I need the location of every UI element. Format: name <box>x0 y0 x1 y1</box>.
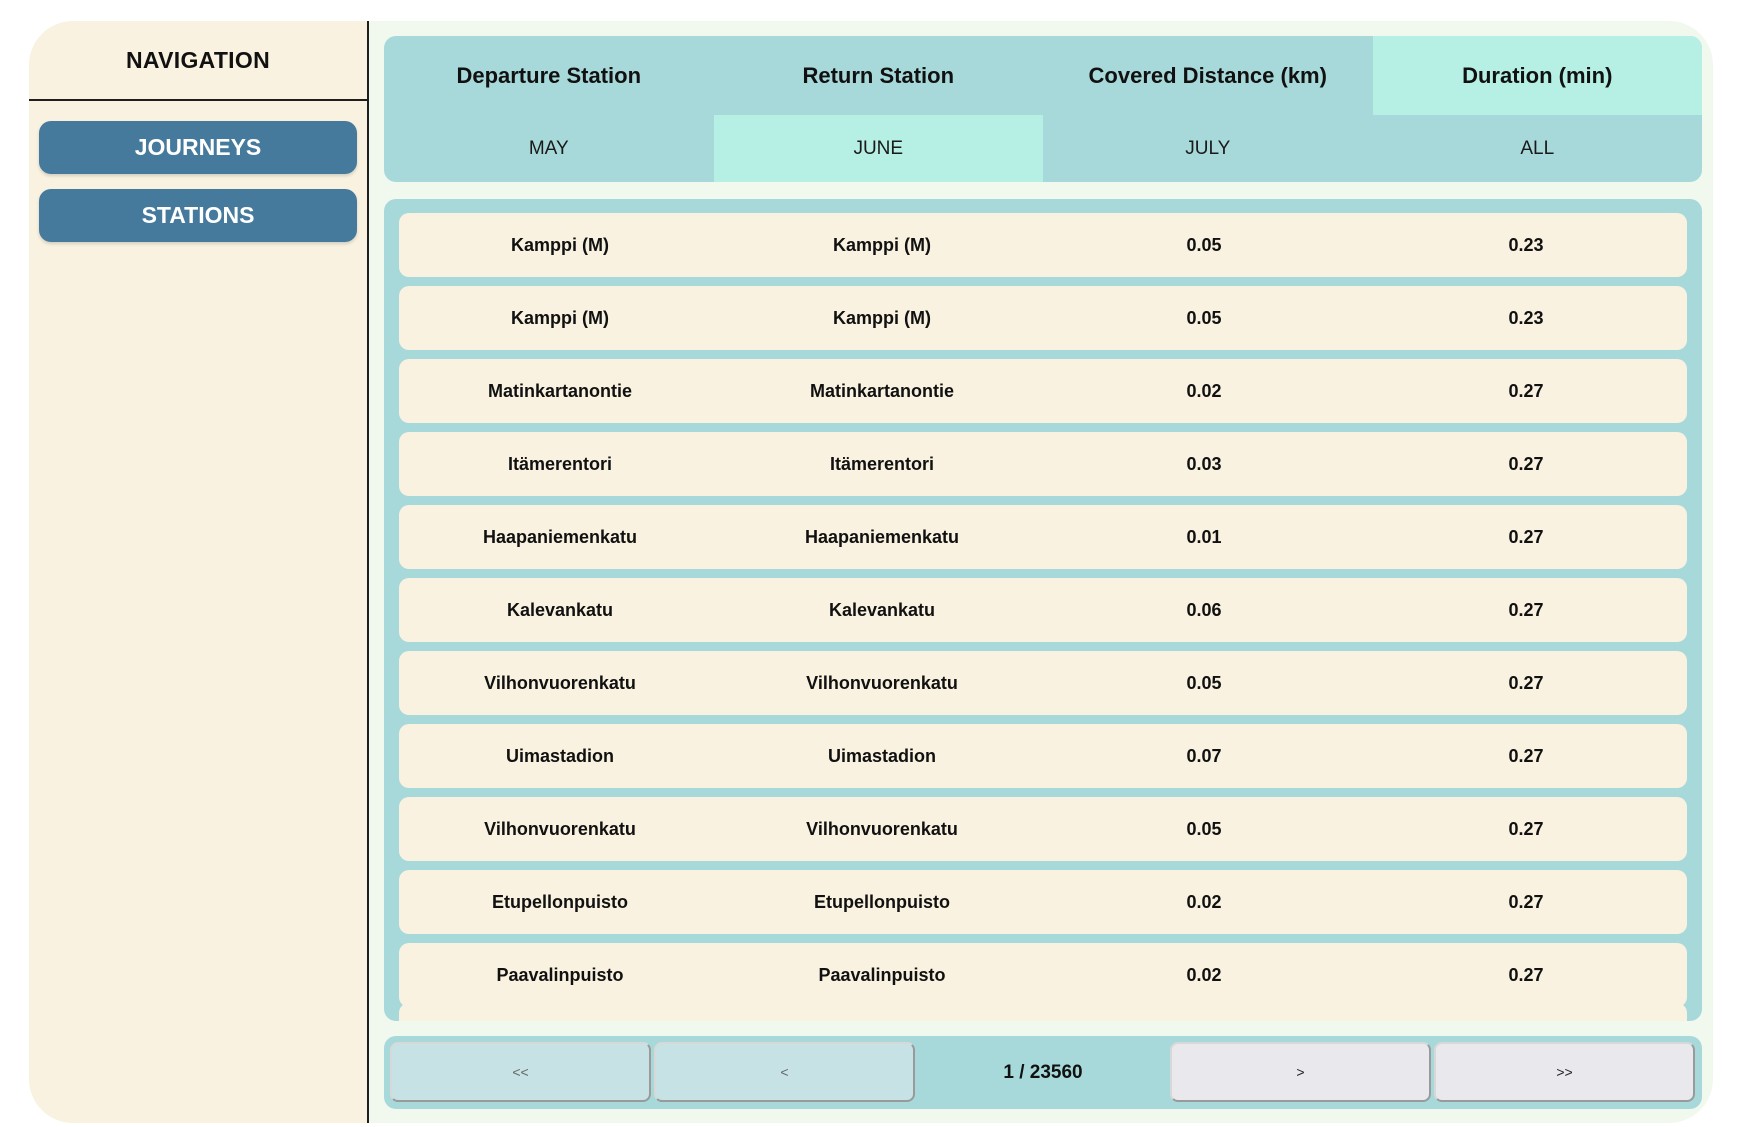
departure-station-cell: Matinkartanontie <box>487 380 633 401</box>
return-station-cell: Haapaniemenkatu <box>804 526 960 547</box>
duration-cell: 0.27 <box>1508 599 1544 620</box>
table-row[interactable]: Kamppi (M) Kamppi (M) 0.05 0.23 <box>399 213 1687 277</box>
duration-cell: 0.27 <box>1508 964 1544 985</box>
departure-station-cell: Paavalinpuisto <box>496 964 624 985</box>
distance-cell: 0.03 <box>1186 453 1222 474</box>
return-station-cell: Vilhonvuorenkatu <box>806 818 958 839</box>
return-station-cell: Paavalinpuisto <box>818 964 946 985</box>
sidebar-title: NAVIGATION <box>29 21 367 101</box>
return-station-cell: Uimastadion <box>827 745 937 766</box>
return-station-cell: Matinkartanontie <box>809 380 955 401</box>
table-row[interactable]: Kamppi (M) Kamppi (M) 0.05 0.23 <box>399 286 1687 350</box>
table-row[interactable]: Etupellonpuisto Etupellonpuisto 0.02 0.27 <box>399 870 1687 934</box>
duration-cell: 0.23 <box>1508 234 1544 255</box>
pagination-bar: << < 1 / 23560 > >> <box>384 1036 1702 1109</box>
table-row[interactable]: Vilhonvuorenkatu Vilhonvuorenkatu 0.05 0.27 <box>399 651 1687 715</box>
table-row[interactable]: Kalevankatu Kalevankatu 0.06 0.27 <box>399 578 1687 642</box>
table-row[interactable]: Uimastadion Uimastadion 0.07 0.27 <box>399 724 1687 788</box>
duration-cell: 0.27 <box>1508 453 1544 474</box>
distance-cell: 0.05 <box>1186 307 1222 328</box>
distance-cell: 0.02 <box>1186 964 1222 985</box>
departure-station-cell: Kalevankatu <box>506 599 614 620</box>
duration-cell: 0.27 <box>1508 745 1544 766</box>
departure-station-cell: Kamppi (M) <box>511 307 609 328</box>
departure-station-cell: Kamppi (M) <box>511 234 609 255</box>
departure-station-cell: Etupellonpuisto <box>492 891 628 912</box>
table-row[interactable]: Paavalinpuisto Paavalinpuisto 0.02 0.27 <box>399 943 1687 1007</box>
distance-cell: 0.02 <box>1186 380 1222 401</box>
duration-cell: 0.27 <box>1508 380 1544 401</box>
duration-cell: 0.27 <box>1508 891 1544 912</box>
distance-cell: 0.07 <box>1186 745 1222 766</box>
departure-station-cell: Vilhonvuorenkatu <box>484 818 636 839</box>
distance-cell: 0.05 <box>1186 234 1222 255</box>
journeys-table[interactable]: Kamppi (M) Kamppi (M) 0.05 0.23 Kamppi (M) Ka… <box>384 199 1702 1021</box>
return-station-cell: Kamppi (M) <box>833 307 931 328</box>
month-filter-may[interactable]: MAY <box>384 115 714 182</box>
table-row[interactable]: Haapaniemenkatu Haapaniemenkatu 0.01 0.27 <box>399 505 1687 569</box>
table-row[interactable]: Matinkartanontie Matinkartanontie 0.02 0.27 <box>399 359 1687 423</box>
distance-cell: 0.05 <box>1186 672 1222 693</box>
duration-cell: 0.27 <box>1508 818 1544 839</box>
departure-station-cell: Vilhonvuorenkatu <box>484 672 636 693</box>
month-filter-all[interactable]: ALL <box>1373 115 1703 182</box>
return-station-cell: Vilhonvuorenkatu <box>806 672 958 693</box>
departure-station-cell: Haapaniemenkatu <box>482 526 638 547</box>
app-window: NAVIGATION JOURNEYS STATIONS Departure S… <box>29 21 1713 1123</box>
first-page-button[interactable]: << <box>390 1042 651 1102</box>
distance-cell: 0.01 <box>1186 526 1222 547</box>
departure-station-cell: Itämerentori <box>507 453 613 474</box>
table-row-partial <box>399 1003 1687 1021</box>
return-station-cell: Kamppi (M) <box>833 234 931 255</box>
duration-cell: 0.27 <box>1508 526 1544 547</box>
sidebar: NAVIGATION JOURNEYS STATIONS <box>29 21 369 1123</box>
month-filter-july[interactable]: JULY <box>1043 115 1373 182</box>
return-station-cell: Kalevankatu <box>828 599 936 620</box>
table-header: Departure Station Return Station Covered… <box>384 36 1702 182</box>
sidebar-item-journeys[interactable]: JOURNEYS <box>39 121 357 174</box>
page-indicator: 1 / 23560 <box>1003 1061 1083 1083</box>
return-station-cell: Etupellonpuisto <box>814 891 950 912</box>
last-page-button[interactable]: >> <box>1434 1042 1695 1102</box>
table-row[interactable]: Vilhonvuorenkatu Vilhonvuorenkatu 0.05 0.27 <box>399 797 1687 861</box>
column-header-return-station[interactable]: Return Station <box>714 36 1044 115</box>
sidebar-item-stations[interactable]: STATIONS <box>39 189 357 242</box>
column-header-departure-station[interactable]: Departure Station <box>384 36 714 115</box>
column-header-covered-distance[interactable]: Covered Distance (km) <box>1043 36 1373 115</box>
distance-cell: 0.06 <box>1186 599 1222 620</box>
return-station-cell: Itämerentori <box>829 453 935 474</box>
previous-page-button[interactable]: < <box>654 1042 915 1102</box>
table-row[interactable]: Itämerentori Itämerentori 0.03 0.27 <box>399 432 1687 496</box>
distance-cell: 0.02 <box>1186 891 1222 912</box>
duration-cell: 0.27 <box>1508 672 1544 693</box>
distance-cell: 0.05 <box>1186 818 1222 839</box>
next-page-button[interactable]: > <box>1170 1042 1431 1102</box>
column-header-duration[interactable]: Duration (min) <box>1372 36 1702 115</box>
departure-station-cell: Uimastadion <box>505 745 615 766</box>
month-filter-june[interactable]: JUNE <box>713 115 1043 182</box>
duration-cell: 0.23 <box>1508 307 1544 328</box>
